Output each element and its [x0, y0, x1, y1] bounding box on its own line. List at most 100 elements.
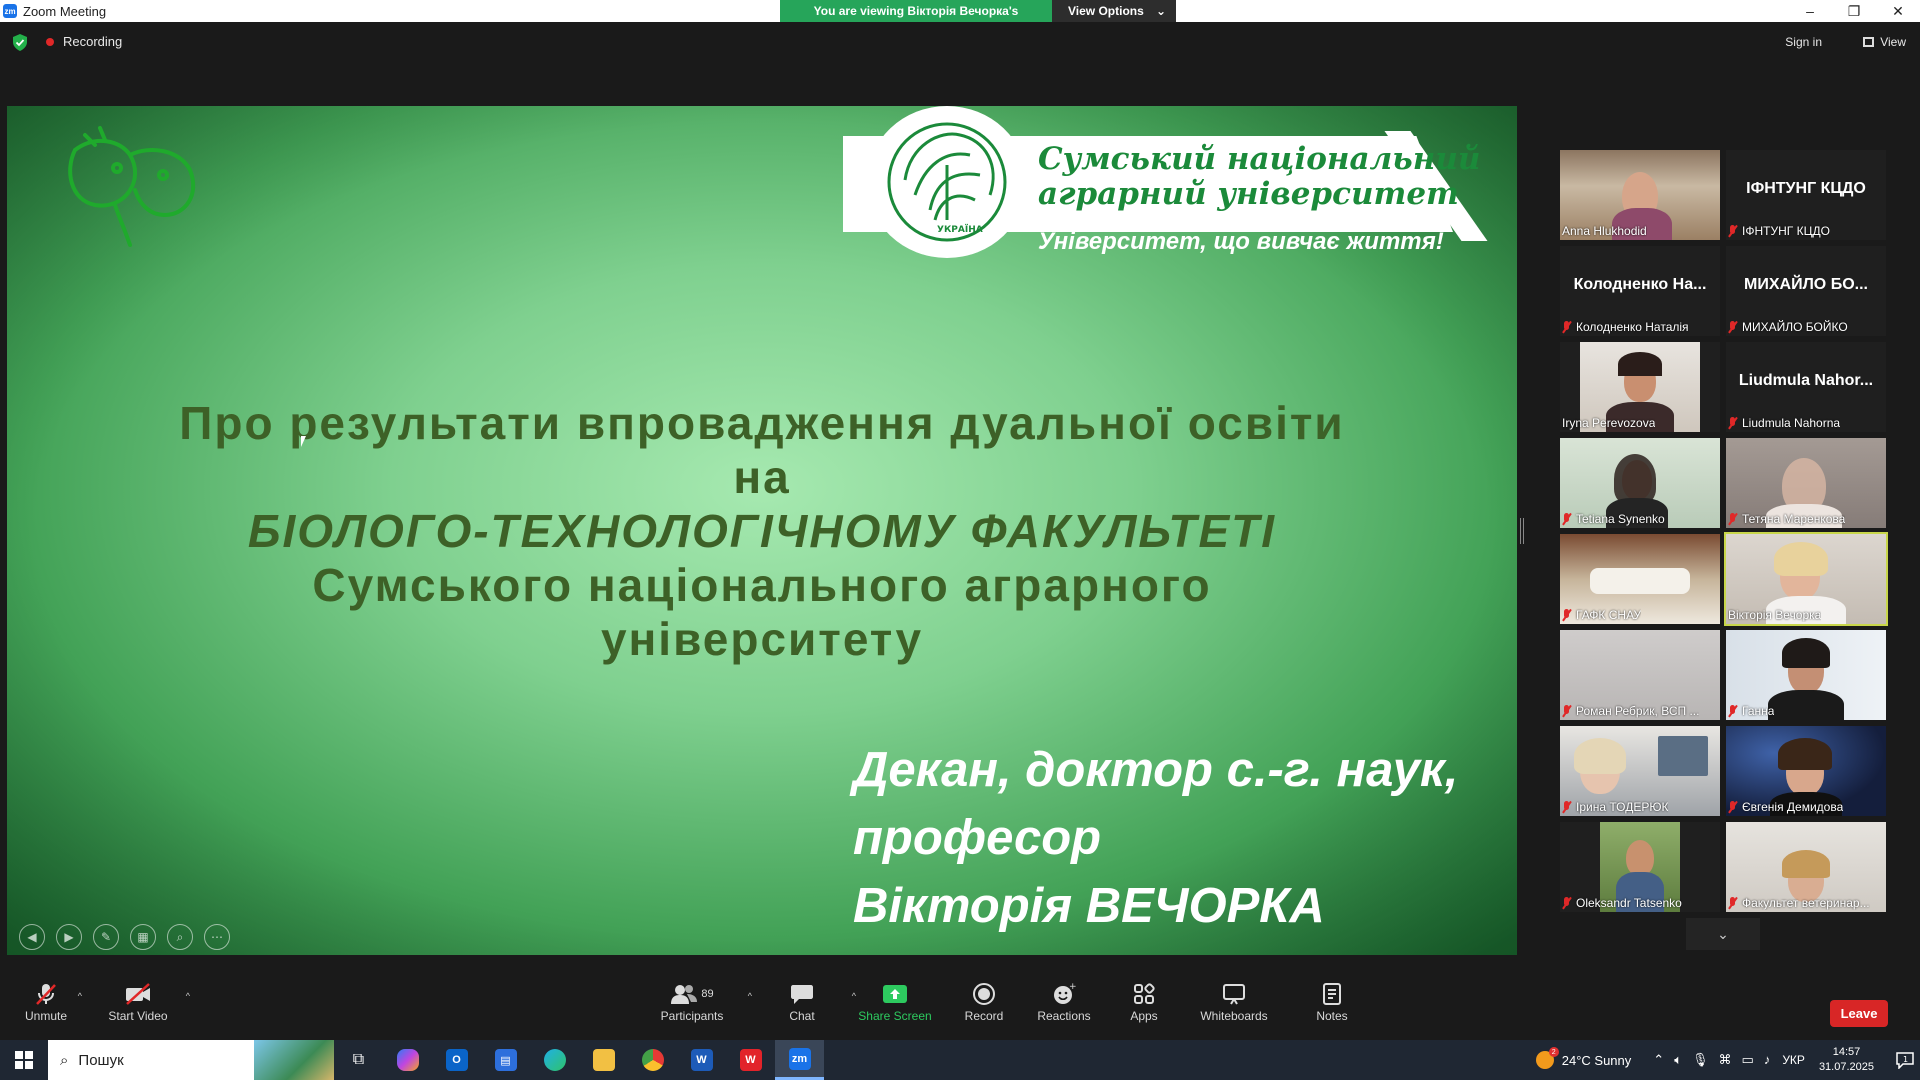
search-highlight-image: [254, 1040, 334, 1080]
zoom-slide-icon[interactable]: ⌕: [167, 924, 193, 950]
chevron-down-icon: ⌄: [1717, 925, 1729, 942]
taskbar-app-outlook[interactable]: O: [432, 1040, 481, 1080]
participant-name: ГАФК СНАУ: [1576, 608, 1642, 622]
previous-slide-icon[interactable]: ◀: [19, 924, 45, 950]
language-indicator[interactable]: УКР: [1782, 1053, 1805, 1067]
notes-label: Notes: [1316, 1009, 1348, 1023]
chat-button[interactable]: Chat ^: [754, 981, 856, 1023]
slide-title-line5: університету: [600, 613, 924, 665]
participants-icon: [671, 985, 698, 1004]
participant-tile[interactable]: ГАФК СНАУ: [1560, 534, 1720, 624]
task-view-button[interactable]: ⧉: [334, 1040, 383, 1080]
camera-icon[interactable]: ⌘: [1719, 1052, 1732, 1068]
task-view-icon: ⧉: [352, 1051, 365, 1068]
participant-name: Євгенія Демидова: [1742, 800, 1844, 814]
meeting-toolbar: Unmute ^ Start Video ^ 89 Participants ^…: [0, 975, 1920, 1041]
chevron-down-icon: ⌄: [1155, 4, 1166, 18]
taskbar-app-edge[interactable]: [530, 1040, 579, 1080]
participant-tile[interactable]: Oleksandr Tatsenko: [1560, 822, 1720, 912]
participant-tile[interactable]: Колодненко На... Колодненко Наталія: [1560, 246, 1720, 336]
windows-logo-icon: [15, 1051, 33, 1069]
notes-button[interactable]: Notes: [1284, 981, 1380, 1023]
taskbar-app-wps[interactable]: W: [726, 1040, 775, 1080]
university-name-line2: аграрний університет: [1038, 176, 1459, 212]
participant-tile[interactable]: Євгенія Демидова: [1726, 726, 1886, 816]
microphone-icon[interactable]: 🎙︎: [1692, 1052, 1709, 1068]
taskbar-app-explorer[interactable]: [579, 1040, 628, 1080]
taskbar-app-copilot[interactable]: [383, 1040, 432, 1080]
view-options-label: View Options: [1068, 4, 1144, 18]
audio-options-caret-icon[interactable]: ^: [78, 991, 82, 1001]
participant-tile[interactable]: Anna Hlukhodid: [1560, 150, 1720, 240]
unmute-button[interactable]: Unmute ^: [0, 981, 94, 1023]
view-button[interactable]: View: [1863, 35, 1906, 49]
word-icon: W: [690, 1049, 713, 1071]
windows-start-button[interactable]: [0, 1040, 48, 1080]
security-shield-icon[interactable]: [12, 34, 28, 51]
leave-button[interactable]: Leave: [1830, 1000, 1888, 1027]
restore-button[interactable]: ❐: [1832, 0, 1876, 22]
zoom-app-icon: zm: [788, 1047, 811, 1070]
participant-tile[interactable]: Ганна: [1726, 630, 1886, 720]
chevron-up-icon[interactable]: ⌃: [1653, 1052, 1664, 1068]
video-options-caret-icon[interactable]: ^: [186, 991, 190, 1001]
participant-tile[interactable]: Liudmula Nahor... Liudmula Nahorna: [1726, 342, 1886, 432]
author-line2: професор: [853, 811, 1102, 865]
pen-icon[interactable]: ✎: [93, 924, 119, 950]
notification-count: 1: [1903, 1055, 1908, 1064]
taskbar-search-box[interactable]: ⌕ Пошук: [48, 1040, 334, 1080]
participant-tile[interactable]: ІФНТУНГ КЦДО ІФНТУНГ КЦДО: [1726, 150, 1886, 240]
participant-tile[interactable]: МИХАЙЛО БО... МИХАЙЛО БОЙКО: [1726, 246, 1886, 336]
taskbar-app-store[interactable]: ▤: [481, 1040, 530, 1080]
taskbar-clock[interactable]: 14:57 31.07.2025: [1819, 1045, 1874, 1075]
participants-count: 89: [701, 988, 714, 1000]
participant-tile[interactable]: Тетяна Маренкова: [1726, 438, 1886, 528]
slide-title: Про результати впровадження дуальної осв…: [7, 396, 1517, 666]
taskbar-app-chrome[interactable]: [628, 1040, 677, 1080]
close-button[interactable]: ✕: [1876, 0, 1920, 22]
notifications-button[interactable]: 1: [1890, 1040, 1920, 1080]
participant-tile[interactable]: Iryna Perevozova: [1560, 342, 1720, 432]
whiteboards-label: Whiteboards: [1200, 1009, 1268, 1023]
sign-in-link[interactable]: Sign in: [1785, 35, 1822, 49]
start-video-button[interactable]: Start Video ^: [90, 981, 190, 1023]
taskbar-app-word[interactable]: W: [677, 1040, 726, 1080]
view-options-button[interactable]: View Options ⌄: [1052, 0, 1176, 22]
share-screen-button[interactable]: Share Screen: [847, 981, 943, 1023]
network-icon[interactable]: ▭: [1742, 1052, 1754, 1068]
participants-button[interactable]: 89 Participants ^: [644, 981, 752, 1023]
participant-tile[interactable]: Факультет ветеринар...: [1726, 822, 1886, 912]
zoom-logo-icon: zm: [3, 4, 17, 18]
panel-splitter-handle[interactable]: [1520, 518, 1524, 544]
recording-indicator[interactable]: Recording: [46, 34, 122, 49]
taskbar-app-zoom[interactable]: zm: [775, 1040, 824, 1080]
recording-dot-icon: [46, 37, 54, 46]
participant-tile[interactable]: Роман Ребрик, ВСП ...: [1560, 630, 1720, 720]
participant-tile[interactable]: Tetiana Synenko: [1560, 438, 1720, 528]
slides-grid-icon[interactable]: ▦: [130, 924, 156, 950]
participant-name: Anna Hlukhodid: [1562, 224, 1647, 238]
speaker-icon[interactable]: 🔈︎: [1674, 1052, 1682, 1068]
participant-name: Liudmula Nahorna: [1742, 416, 1841, 430]
mouse-cursor-icon: [301, 436, 306, 447]
chat-label: Chat: [789, 1009, 815, 1023]
participant-tile-active-speaker[interactable]: Вікторія Вечорка: [1724, 532, 1888, 626]
share-screen-label: Share Screen: [858, 1009, 932, 1023]
more-options-icon[interactable]: ⋯: [204, 924, 230, 950]
participants-options-caret-icon[interactable]: ^: [748, 991, 752, 1001]
volume-icon[interactable]: ♪: [1764, 1052, 1771, 1068]
whiteboards-button[interactable]: Whiteboards: [1186, 981, 1282, 1023]
participant-name: МИХАЙЛО БОЙКО: [1742, 320, 1848, 334]
meeting-topbar: Recording Sign in View: [0, 22, 1920, 82]
apps-button[interactable]: Apps: [1096, 981, 1192, 1023]
sun-icon: 2: [1535, 1047, 1559, 1069]
participant-display-name: ІФНТУНГ КЦДО: [1746, 180, 1866, 197]
video-off-icon: [90, 981, 186, 1007]
participant-tile[interactable]: Ірина ТОДЕРЮК: [1560, 726, 1720, 816]
shared-screen-slide: УКРАЇНА Сумський національний аграрний у…: [7, 106, 1517, 955]
muted-mic-icon: [1728, 705, 1737, 717]
minimize-button[interactable]: –: [1788, 0, 1832, 22]
next-slide-icon[interactable]: ▶: [56, 924, 82, 950]
gallery-next-page-button[interactable]: ⌄: [1686, 918, 1760, 950]
weather-widget[interactable]: 2 24°C Sunny: [1535, 1047, 1631, 1069]
